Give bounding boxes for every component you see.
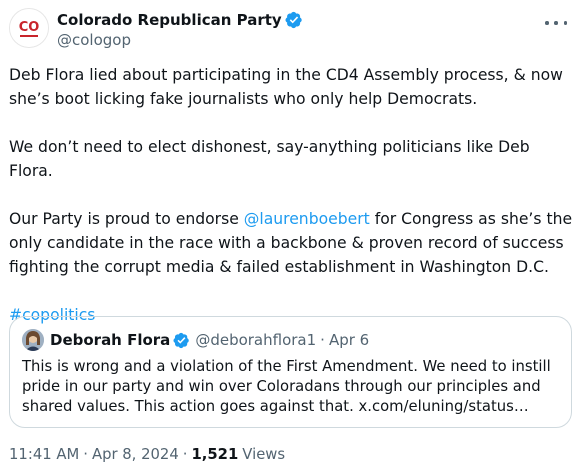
tweet-paragraph: We don’t need to elect dishonest, say-an… — [9, 138, 530, 180]
separator-dot: · — [83, 446, 88, 463]
quoted-author-handle[interactable]: @deborahflora1 — [195, 331, 316, 349]
mention-link[interactable]: @laurenboebert — [244, 210, 370, 228]
verified-badge-icon — [173, 332, 190, 349]
tweet-paragraph: Our Party is proud to endorse @laurenboe… — [9, 207, 575, 279]
quoted-tweet-header: Deborah Flora @deborahflora1 · Apr 6 — [22, 329, 369, 351]
quoted-author-avatar[interactable] — [22, 329, 44, 351]
paragraph-text: Our Party is proud to endorse — [9, 210, 244, 228]
separator-dot: · — [182, 446, 188, 463]
quoted-author-name[interactable]: Deborah Flora — [50, 331, 170, 349]
separator-dot: · — [320, 331, 325, 349]
tweet-header: CO Colorado Republican Party @cologop — [9, 8, 573, 54]
author-handle[interactable]: @cologop — [57, 31, 303, 49]
quoted-tweet-text: This is wrong and a violation of the Fir… — [22, 358, 551, 415]
svg-text:CO: CO — [19, 20, 40, 35]
quoted-tweet[interactable]: Deborah Flora @deborahflora1 · Apr 6 Thi… — [9, 316, 572, 428]
views-label: Views — [242, 446, 286, 463]
views-count: 1,521 — [191, 446, 239, 463]
tweet-date[interactable]: Apr 8, 2024 — [92, 446, 179, 463]
tweet-meta: 11:41 AM · Apr 8, 2024 · 1,521 Views — [9, 446, 285, 463]
tweet-body: Deb Flora lied about participating in th… — [9, 63, 575, 327]
author-info: Colorado Republican Party @cologop — [57, 10, 303, 49]
more-options-icon[interactable] — [545, 16, 567, 30]
tweet-paragraph: Deb Flora lied about participating in th… — [9, 66, 563, 108]
verified-badge-icon — [285, 11, 303, 29]
author-avatar[interactable]: CO — [9, 8, 49, 48]
quoted-tweet-date[interactable]: Apr 6 — [329, 331, 369, 349]
author-name[interactable]: Colorado Republican Party — [57, 11, 282, 29]
tweet-time[interactable]: 11:41 AM — [9, 446, 79, 463]
colorado-gop-logo: CO — [10, 9, 48, 47]
